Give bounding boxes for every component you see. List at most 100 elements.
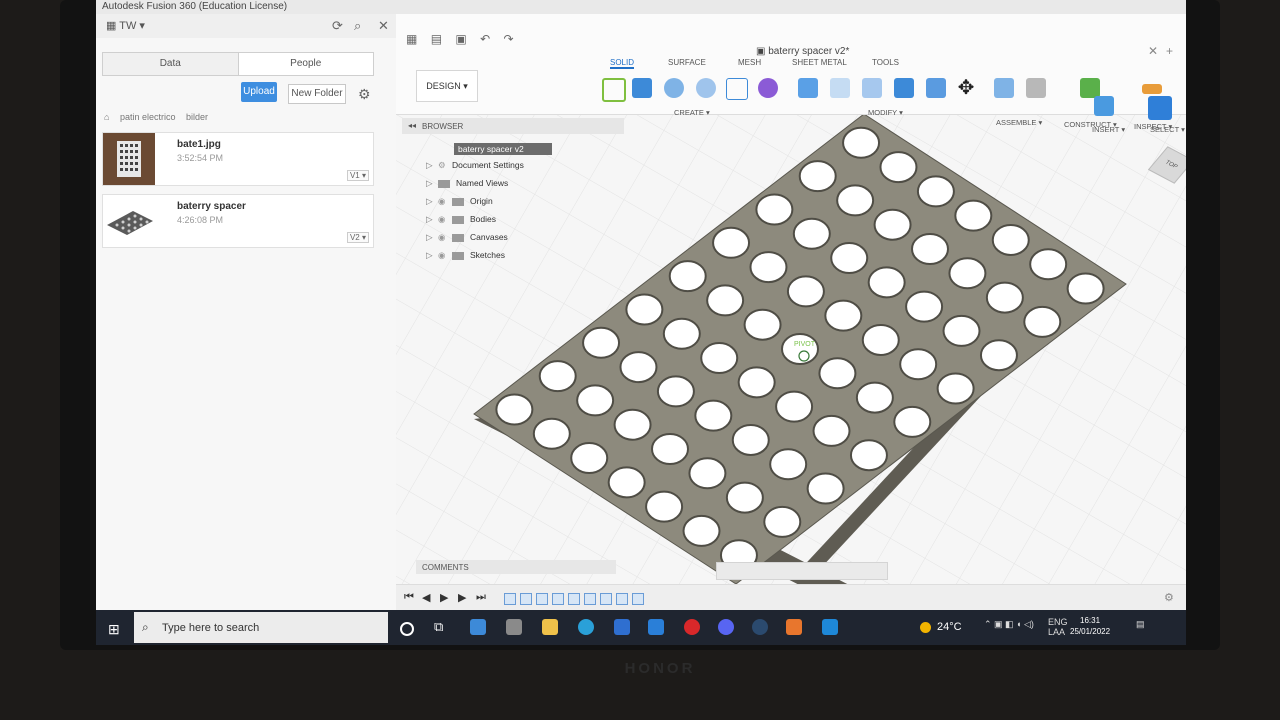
form-icon[interactable]: [758, 78, 778, 98]
cortana-icon[interactable]: [400, 622, 414, 636]
weather-widget[interactable]: 24°C: [920, 621, 962, 633]
comments-bar[interactable]: COMMENTS: [416, 560, 616, 574]
last-frame-icon[interactable]: ⏭: [476, 591, 486, 604]
sphere-icon[interactable]: [696, 78, 716, 98]
file-icon[interactable]: ▤: [431, 32, 442, 46]
discord-icon[interactable]: [718, 619, 734, 635]
play-icon[interactable]: ▶: [440, 591, 448, 604]
language-indicator[interactable]: ENG LAA: [1048, 617, 1068, 637]
insert-image-icon[interactable]: [1094, 96, 1114, 116]
browser-header[interactable]: ◂◂ BROWSER: [402, 118, 624, 134]
app-icon[interactable]: [470, 619, 486, 635]
document-tab[interactable]: ▣ baterry spacer v2*: [756, 46, 849, 57]
tab-mesh[interactable]: MESH: [738, 58, 761, 67]
create-sketch-icon[interactable]: [602, 78, 626, 102]
extrude-icon[interactable]: [632, 78, 652, 98]
breadcrumb-item[interactable]: bilder: [186, 112, 208, 122]
notifications-icon[interactable]: ▤: [1136, 619, 1145, 630]
tree-item-sketches[interactable]: ▷ ◉ Sketches: [426, 250, 505, 261]
file-item[interactable]: bate1.jpg 3:52:54 PM V1 ▾: [102, 132, 374, 186]
opera-icon[interactable]: [684, 619, 700, 635]
move-icon[interactable]: ✥: [956, 78, 976, 98]
tab-sheet-metal[interactable]: SHEET METAL: [792, 58, 847, 67]
align-icon[interactable]: [926, 78, 946, 98]
windows-start-icon[interactable]: ⊞: [108, 621, 120, 638]
search-box[interactable]: ⌕ Type here to search: [134, 612, 388, 643]
clock[interactable]: 16:31 25/01/2022: [1070, 615, 1110, 637]
timeline-feature[interactable]: [584, 593, 596, 605]
system-tray[interactable]: ⌃ ▣ ◧ ◖ ◁): [984, 619, 1034, 630]
close-icon[interactable]: ✕: [378, 18, 389, 34]
shell-icon[interactable]: [862, 78, 882, 98]
press-pull-icon[interactable]: [798, 78, 818, 98]
collapse-icon[interactable]: ◂◂: [408, 121, 416, 130]
team-selector[interactable]: ▦ TW ▾: [106, 19, 145, 32]
task-view-icon[interactable]: ⧉: [434, 619, 450, 635]
tree-item-document-settings[interactable]: ▷ ⚙ Document Settings: [426, 160, 524, 171]
refresh-icon[interactable]: ⟳: [332, 18, 343, 34]
timeline-feature[interactable]: [552, 593, 564, 605]
version-badge[interactable]: V1 ▾: [346, 170, 369, 181]
measure-icon[interactable]: [1142, 84, 1162, 94]
timeline-feature[interactable]: [520, 593, 532, 605]
tree-item-bodies[interactable]: ▷ ◉ Bodies: [426, 214, 496, 225]
offset-plane-icon[interactable]: [1080, 78, 1100, 98]
undo-icon[interactable]: ↶: [480, 32, 490, 46]
navigation-bar[interactable]: [716, 562, 888, 580]
tab-people[interactable]: People: [239, 53, 374, 75]
previous-icon[interactable]: ◀: [422, 591, 430, 604]
pattern-icon[interactable]: [726, 78, 748, 100]
combine-icon[interactable]: [894, 78, 914, 98]
tab-solid[interactable]: SOLID: [610, 58, 635, 69]
new-component-icon[interactable]: [994, 78, 1014, 98]
timeline-feature[interactable]: [632, 593, 644, 605]
tree-item-named-views[interactable]: ▷ Named Views: [426, 178, 508, 189]
model-canvas[interactable]: PIVOT: [396, 113, 1186, 619]
select-icon[interactable]: [1148, 96, 1172, 120]
browser-root[interactable]: baterry spacer v2: [454, 143, 552, 155]
gear-icon[interactable]: ⚙: [358, 86, 371, 103]
app-icon[interactable]: [506, 619, 522, 635]
fillet-icon[interactable]: [830, 78, 850, 98]
grid-icon[interactable]: ▦: [406, 32, 417, 46]
timeline-feature[interactable]: [616, 593, 628, 605]
save-icon[interactable]: ▣: [455, 32, 466, 46]
close-tab-icon[interactable]: ✕: [1148, 44, 1158, 58]
joint-icon[interactable]: [1026, 78, 1046, 98]
timeline-feature[interactable]: [568, 593, 580, 605]
timeline-feature[interactable]: [504, 593, 516, 605]
upload-button[interactable]: Upload: [241, 82, 277, 102]
tab-surface[interactable]: SURFACE: [668, 58, 706, 67]
group-create[interactable]: CREATE ▾: [674, 108, 710, 117]
home-icon[interactable]: ⌂: [104, 112, 109, 122]
first-frame-icon[interactable]: ⏮: [404, 591, 414, 604]
file-explorer-icon[interactable]: [542, 619, 558, 635]
tree-item-origin[interactable]: ▷ ◉ Origin: [426, 196, 493, 207]
redo-icon[interactable]: ↷: [503, 32, 513, 46]
timeline-feature[interactable]: [536, 593, 548, 605]
group-select[interactable]: SELECT ▾: [1150, 125, 1185, 134]
next-icon[interactable]: ▶: [458, 591, 466, 604]
new-folder-button[interactable]: New Folder: [288, 84, 346, 104]
steam-icon[interactable]: [752, 619, 768, 635]
mail-icon[interactable]: [648, 619, 664, 635]
tab-data[interactable]: Data: [103, 53, 239, 75]
settings-icon[interactable]: ⚙: [1164, 591, 1174, 604]
search-icon[interactable]: ⌕: [354, 18, 361, 34]
revolve-icon[interactable]: [664, 78, 684, 98]
tree-item-canvases[interactable]: ▷ ◉ Canvases: [426, 232, 508, 243]
group-insert[interactable]: INSERT ▾: [1092, 125, 1125, 134]
app-icon[interactable]: [822, 619, 838, 635]
group-assemble[interactable]: ASSEMBLE ▾: [996, 118, 1042, 127]
file-item[interactable]: baterry spacer 4:26:08 PM V2 ▾: [102, 194, 374, 248]
fusion-icon[interactable]: [786, 619, 802, 635]
breadcrumb-item[interactable]: patin electrico: [120, 112, 176, 122]
edge-icon[interactable]: [578, 619, 594, 635]
timeline-feature[interactable]: [600, 593, 612, 605]
add-tab-icon[interactable]: +: [1166, 44, 1173, 58]
group-modify[interactable]: MODIFY ▾: [868, 108, 903, 117]
tab-tools[interactable]: TOOLS: [872, 58, 899, 67]
version-badge[interactable]: V2 ▾: [346, 232, 369, 243]
store-icon[interactable]: [614, 619, 630, 635]
workspace-dropdown[interactable]: DESIGN ▾: [416, 70, 478, 102]
